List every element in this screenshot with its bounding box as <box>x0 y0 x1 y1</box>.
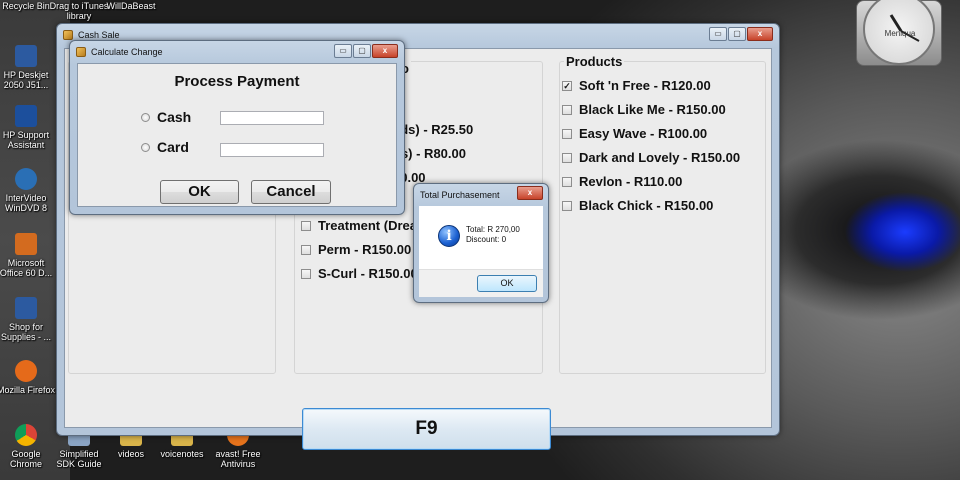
product-checkbox[interactable]: Revlon - R110.00 <box>562 174 682 189</box>
desktop-icon-recycle-bin[interactable]: Recycle Bin <box>0 1 56 11</box>
maximize-button[interactable]: ▢ <box>728 27 746 41</box>
f9-button[interactable]: F9 <box>302 408 551 450</box>
desktop-icon-hp-deskjet[interactable]: HP Deskjet 2050 J51... <box>0 45 56 90</box>
checkbox-box[interactable] <box>562 128 572 139</box>
ok-button[interactable]: OK <box>477 275 537 292</box>
desktop-icon-label: Mozilla Firefox <box>0 385 55 395</box>
shop-icon <box>15 297 37 319</box>
product-label: Soft 'n Free - R120.00 <box>579 78 711 93</box>
cash-label: Cash <box>157 109 192 125</box>
total-purchasement-dialog[interactable]: Total Purchasement x i Total: R 270,00 D… <box>413 183 549 303</box>
product-label: Easy Wave - R100.00 <box>579 126 708 141</box>
clock-gadget[interactable]: Meniqua <box>856 0 942 66</box>
desktop-icon-chrome[interactable]: Google Chrome <box>0 424 56 469</box>
service-checkbox[interactable]: Perm - R150.00 <box>301 242 411 257</box>
product-label: Black Chick - R150.00 <box>579 198 714 213</box>
desktop-icon-label: InterVideo WinDVD 8 <box>4 193 47 213</box>
radio-button[interactable] <box>141 112 150 122</box>
checkbox-box[interactable] <box>562 152 572 163</box>
radio-button[interactable] <box>141 142 150 152</box>
product-label: Revlon - R110.00 <box>579 174 683 189</box>
product-label: Black Like Me - R150.00 <box>579 102 726 117</box>
printer-icon <box>15 45 37 67</box>
hp-support-icon <box>15 105 37 127</box>
windvd-icon <box>15 168 37 190</box>
product-checkbox[interactable]: Black Chick - R150.00 <box>562 198 713 213</box>
app-icon <box>76 47 86 57</box>
desktop-icon-hp-support[interactable]: HP Support Assistant <box>0 105 56 150</box>
office-icon <box>15 233 37 255</box>
service-label: Perm - R150.00 <box>318 242 412 257</box>
desktop-icon-label: Shop for Supplies - ... <box>0 322 52 342</box>
desktop-icon-label: videos <box>117 449 144 459</box>
close-button[interactable]: x <box>372 44 398 58</box>
card-input[interactable] <box>220 143 324 157</box>
service-label: ads) - R25.50 <box>393 122 474 137</box>
service-label: S-Curl - R150.00 <box>318 266 418 281</box>
desktop-icon-label: Drag to iTunes library <box>49 1 109 21</box>
card-radio[interactable]: Card <box>141 139 189 155</box>
product-checkbox[interactable]: Black Like Me - R150.00 <box>562 102 726 117</box>
service-checkbox[interactable]: S-Curl - R150.00 <box>301 266 418 281</box>
discount-text: Discount: 0 <box>466 235 507 244</box>
close-button[interactable]: x <box>747 27 773 41</box>
checkbox-box[interactable] <box>301 220 311 231</box>
close-button[interactable]: x <box>517 186 543 200</box>
clock-label: Meniqua <box>884 29 916 38</box>
desktop-icon-firefox[interactable]: Mozilla Firefox <box>0 360 56 395</box>
ok-button[interactable]: OK <box>160 180 239 204</box>
window-title: Cash Sale <box>78 30 120 40</box>
desktop-icon-windvd[interactable]: InterVideo WinDVD 8 <box>0 168 56 213</box>
cash-input[interactable] <box>220 111 324 125</box>
firefox-icon <box>15 360 37 382</box>
info-icon: i <box>438 225 460 247</box>
checkbox-box[interactable] <box>562 200 572 211</box>
desktop-icon-label: Simplified SDK Guide <box>56 449 102 469</box>
desktop-icon-shop-supplies[interactable]: Shop for Supplies - ... <box>0 297 56 342</box>
desktop-icon-label: HP Support Assistant <box>2 130 50 150</box>
service-checkbox[interactable]: Treatment (Drea <box>301 218 417 233</box>
window-title: Calculate Change <box>91 47 163 57</box>
cancel-button[interactable]: Cancel <box>251 180 331 204</box>
cash-radio[interactable]: Cash <box>141 109 191 125</box>
chrome-icon <box>15 424 37 446</box>
process-payment-heading: Process Payment <box>174 73 300 90</box>
product-checkbox[interactable]: Dark and Lovely - R150.00 <box>562 150 740 165</box>
app-icon <box>63 30 73 40</box>
desktop-icon-label: Google Chrome <box>9 449 42 469</box>
service-label: Treatment (Drea <box>318 218 417 233</box>
calculate-change-window[interactable]: Calculate Change ▭ ▢ x Process Payment C… <box>69 40 405 215</box>
desktop-icon-label: avast! Free Antivirus <box>215 449 261 469</box>
products-group-title: Products <box>564 54 625 69</box>
checkbox-box[interactable] <box>301 244 311 255</box>
total-text: Total: R 270,00 <box>466 225 520 234</box>
minimize-button[interactable]: ▭ <box>709 27 727 41</box>
desktop-icon-label: Microsoft Office 60 D... <box>0 258 53 278</box>
desktop-icon-label: voicenotes <box>160 449 204 459</box>
card-label: Card <box>157 139 189 155</box>
desktop-icon-label: HP Deskjet 2050 J51... <box>3 70 49 90</box>
dialog-client: i Total: R 270,00 Discount: 0 OK <box>419 206 543 297</box>
desktop-icon-willdabeast[interactable]: WillDaBeast <box>101 1 161 11</box>
checkbox-box[interactable] <box>562 176 572 187</box>
checkbox-box[interactable]: ✓ <box>562 80 572 91</box>
desktop-icon-label: WillDaBeast <box>106 1 156 11</box>
product-checkbox[interactable]: Easy Wave - R100.00 <box>562 126 707 141</box>
checkbox-box[interactable] <box>301 268 311 279</box>
product-checkbox[interactable]: ✓ Soft 'n Free - R120.00 <box>562 78 711 93</box>
checkbox-box[interactable] <box>562 104 572 115</box>
desktop-icon-label: Recycle Bin <box>2 1 50 11</box>
desktop-icon-ms-office[interactable]: Microsoft Office 60 D... <box>0 233 56 278</box>
dialog-title: Total Purchasement <box>420 190 500 200</box>
minimize-button[interactable]: ▭ <box>334 44 352 58</box>
product-label: Dark and Lovely - R150.00 <box>579 150 741 165</box>
dialog-footer: OK <box>419 269 543 297</box>
desktop-icon-itunes[interactable]: Drag to iTunes library <box>49 1 109 21</box>
calculate-change-client: Process Payment Cash Card OK Cancel <box>77 63 397 207</box>
maximize-button[interactable]: ▢ <box>353 44 371 58</box>
